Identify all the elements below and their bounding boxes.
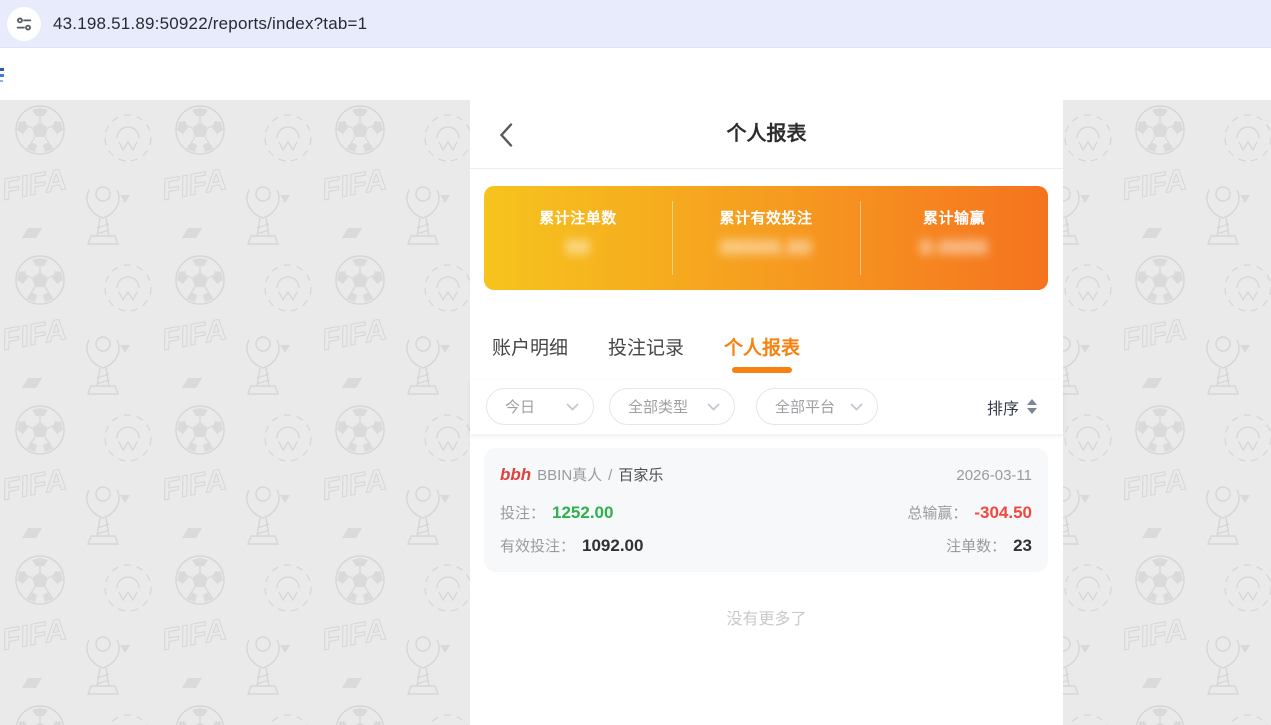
bet-count-value: 23 <box>1013 536 1032 555</box>
date-filter-dropdown[interactable]: 今日 <box>486 388 594 425</box>
filter-bar: 今日 全部类型 全部平台 排序 <box>470 380 1063 434</box>
browser-url-bar[interactable]: 43.198.51.89:50922/reports/index?tab=1 <box>0 0 1271 48</box>
chevron-down-icon <box>566 403 579 411</box>
tune-icon <box>16 17 32 31</box>
stat-valid-bets: 累计有效投注 88888.88 <box>672 186 860 290</box>
stat-label: 累计注单数 <box>539 210 617 227</box>
platform-filter-value: 全部平台 <box>775 399 836 416</box>
valid-bet-label: 有效投注： <box>500 538 576 555</box>
sort-label: 排序 <box>986 400 1019 418</box>
page-title: 个人报表 <box>726 123 807 145</box>
site-settings-button[interactable] <box>7 7 41 41</box>
stat-value-masked: 88 <box>565 237 591 259</box>
bbin-logo: bbh <box>500 465 532 484</box>
tabs-bar: 账户明细 投注记录 个人报表 <box>470 318 1063 380</box>
tab-bet-records[interactable]: 投注记录 <box>608 333 684 360</box>
report-panel: 个人报表 累计注单数 88 累计有效投注 88888.88 累计输赢 8-888… <box>470 100 1063 725</box>
valid-bet-value: 1092.00 <box>582 536 644 555</box>
screen: 43.198.51.89:50922/reports/index?tab=1 个… <box>0 0 1271 725</box>
sort-control[interactable]: 排序 <box>987 388 1037 425</box>
stat-win-loss: 累计输赢 8-8888 <box>860 186 1048 290</box>
clipped-edge-glyph <box>0 68 4 86</box>
win-loss-value: -304.50 <box>974 503 1032 522</box>
bet-value: 1252.00 <box>552 503 614 522</box>
stat-total-bets: 累计注单数 88 <box>484 186 672 290</box>
tab-account-details[interactable]: 账户明细 <box>492 333 568 360</box>
record-date: 2026-03-11 <box>956 467 1032 484</box>
game-name: 百家乐 <box>618 467 664 484</box>
chevron-down-icon <box>850 403 863 411</box>
report-record-card[interactable]: bbh BBIN真人 / 百家乐 2026-03-11 投注： 1252.00 … <box>484 448 1048 572</box>
date-filter-value: 今日 <box>505 399 536 416</box>
stat-label: 累计有效投注 <box>719 210 813 227</box>
bet-label: 投注： <box>500 505 546 522</box>
separator: / <box>608 467 613 484</box>
summary-stats-card: 累计注单数 88 累计有效投注 88888.88 累计输赢 8-8888 <box>484 186 1048 290</box>
stat-divider <box>672 201 673 275</box>
page-header: 个人报表 <box>470 100 1063 169</box>
tab-personal-report[interactable]: 个人报表 <box>724 333 800 360</box>
stat-divider <box>860 201 861 275</box>
platform-filter-dropdown[interactable]: 全部平台 <box>756 388 878 425</box>
bet-count-label: 注单数： <box>946 538 1007 555</box>
type-filter-dropdown[interactable]: 全部类型 <box>609 388 735 425</box>
stat-label: 累计输赢 <box>922 210 985 227</box>
active-tab-indicator <box>732 367 792 373</box>
win-loss-label: 总输赢： <box>907 505 968 522</box>
stat-value-masked: 8-8888 <box>919 237 989 259</box>
chevron-down-icon <box>707 403 720 411</box>
type-filter-value: 全部类型 <box>628 399 689 416</box>
url-text[interactable]: 43.198.51.89:50922/reports/index?tab=1 <box>53 0 367 48</box>
stat-value-masked: 88888.88 <box>720 237 812 259</box>
no-more-text: 没有更多了 <box>726 611 807 628</box>
provider-name: BBIN真人 <box>537 467 603 484</box>
sort-arrows-icon <box>1027 399 1037 414</box>
